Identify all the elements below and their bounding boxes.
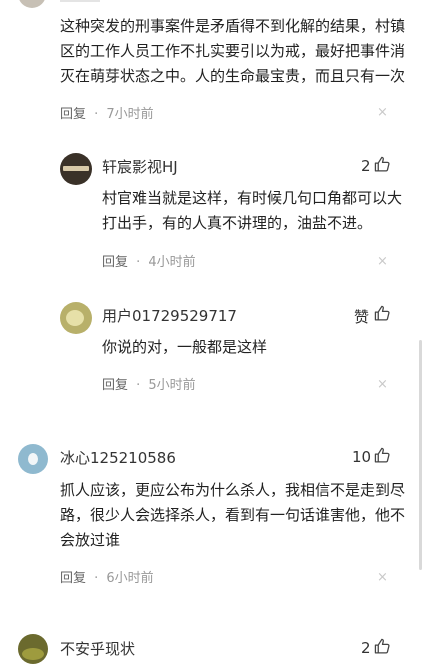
reply-line: 打出手，有的人真不讲理的，油盐不进。 — [102, 214, 373, 232]
separator: · — [94, 107, 99, 122]
reply-button[interactable]: 回复 — [60, 107, 86, 122]
reply-actions: 回复 · 4小时前 — [102, 251, 196, 270]
close-icon[interactable]: × — [377, 570, 388, 585]
comment-text: 这种突发的刑事案件是矛盾得不到化解的结果，村镇 区的工作人员工作不扎实要引以为戒… — [60, 14, 405, 89]
separator: · — [136, 378, 141, 393]
reply-actions: 回复 · 5小时前 — [102, 374, 196, 393]
reply-line: 你说的对，一般都是这样 — [102, 338, 268, 356]
username[interactable]: 用户01729529717 — [102, 305, 237, 326]
comment-text: 抓人应该，更应公布为什么杀人，我相信不是走到尽 路，很少人会选择杀人，看到有一句… — [60, 478, 405, 553]
comment-line: 这种突发的刑事案件是矛盾得不到化解的结果，村镇 — [60, 17, 406, 35]
like-count: 10 — [352, 448, 372, 466]
thumb-up-icon[interactable] — [374, 156, 391, 173]
separator: · — [94, 571, 99, 586]
avatar[interactable] — [60, 153, 92, 185]
close-icon[interactable]: × — [377, 254, 388, 269]
avatar[interactable] — [18, 634, 48, 664]
timestamp: 6小时前 — [106, 571, 154, 586]
thumb-up-icon[interactable] — [374, 305, 391, 322]
thumb-up-icon[interactable] — [374, 447, 391, 464]
avatar[interactable] — [18, 444, 48, 474]
reply-line: 村官难当就是这样，有时候几句口角都可以大 — [102, 189, 403, 207]
comment-line: 会放过谁 — [60, 531, 121, 549]
like-count: 2 — [361, 639, 371, 657]
like-count: 2 — [361, 157, 371, 175]
username-partial — [60, 0, 100, 2]
close-icon[interactable]: × — [377, 377, 388, 392]
comment-line: 路，很少人会选择杀人，看到有一句话谁害他，他不 — [60, 506, 406, 524]
reply-button[interactable]: 回复 — [102, 255, 128, 270]
reply-button[interactable]: 回复 — [102, 378, 128, 393]
timestamp: 4小时前 — [148, 255, 196, 270]
reply-button[interactable]: 回复 — [60, 571, 86, 586]
close-icon[interactable]: × — [377, 105, 388, 120]
comment-line: 灭在萌芽状态之中。人的生命最宝贵，而且只有一次 — [60, 67, 406, 85]
username[interactable]: 冰心125210586 — [60, 447, 176, 468]
timestamp: 5小时前 — [148, 378, 196, 393]
reply-text: 村官难当就是这样，有时候几句口角都可以大 打出手，有的人真不讲理的，油盐不进。 — [102, 186, 402, 236]
thumb-up-icon[interactable] — [374, 638, 391, 655]
comment-line: 抓人应该，更应公布为什么杀人，我相信不是走到尽 — [60, 481, 406, 499]
comment-actions: 回复 · 6小时前 — [60, 567, 154, 586]
reply-text: 你说的对，一般都是这样 — [102, 335, 402, 360]
avatar[interactable] — [18, 0, 46, 8]
timestamp: 7小时前 — [106, 107, 154, 122]
like-label: 赞 — [354, 308, 370, 326]
comment-actions: 回复 · 7小时前 — [60, 103, 154, 122]
separator: · — [136, 255, 141, 270]
username[interactable]: 轩宸影视HJ — [102, 156, 178, 177]
username[interactable]: 不安乎现状 — [60, 638, 135, 659]
avatar[interactable] — [60, 302, 92, 334]
comment-line: 区的工作人员工作不扎实要引以为戒，最好把事件消 — [60, 42, 406, 60]
